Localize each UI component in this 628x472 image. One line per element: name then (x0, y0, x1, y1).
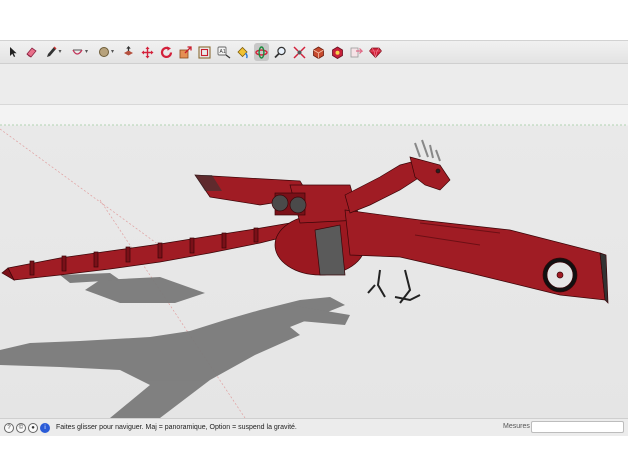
status-bar: ? © ● i Faites glisser pour naviguer. Ma… (0, 418, 628, 436)
scene-canvas (0, 124, 628, 418)
tape-measure-tool-icon[interactable]: A1 (216, 43, 231, 61)
red-axis-line-left (0, 128, 171, 254)
paint-bucket-tool-icon[interactable] (235, 43, 250, 61)
measurements-input[interactable] (531, 421, 624, 433)
pencil-tool-icon[interactable]: ▾ (43, 43, 65, 61)
scale-tool-icon[interactable] (178, 43, 193, 61)
main-toolbar: ▾ ▾ ▾ A1 (0, 40, 628, 64)
warehouse-icon[interactable] (311, 43, 326, 61)
rotate-tool-icon[interactable] (159, 43, 174, 61)
zoom-tool-icon[interactable] (273, 43, 288, 61)
send-to-layout-icon[interactable] (349, 43, 364, 61)
svg-text:A1: A1 (219, 49, 225, 55)
orbit-tool-icon[interactable] (254, 43, 269, 61)
geolocation-icon[interactable]: ? (4, 422, 14, 433)
dragon-tail (1, 222, 301, 281)
circle-tool-icon[interactable]: ▾ (95, 43, 117, 61)
offset-tool-icon[interactable] (197, 43, 212, 61)
toolbar-spacer (0, 64, 628, 105)
window-top-area (0, 0, 628, 40)
zoom-extents-tool-icon[interactable] (292, 43, 307, 61)
arc-tool-icon[interactable]: ▾ (69, 43, 91, 61)
user-icon[interactable]: ● (28, 422, 38, 433)
extension-warehouse-icon[interactable] (330, 43, 345, 61)
measurements-label: Mesures (503, 423, 530, 430)
modeling-viewport[interactable] (0, 105, 628, 418)
eraser-tool-icon[interactable] (24, 43, 39, 61)
status-hint-text: Faites glisser pour naviguer. Maj = pano… (56, 424, 297, 431)
dragon-legs (367, 269, 421, 304)
select-tool-icon[interactable] (5, 43, 20, 61)
credits-icon[interactable]: © (16, 422, 26, 433)
push-pull-tool-icon[interactable] (121, 43, 136, 61)
dragon-wing-front (344, 209, 609, 304)
dragon-head (344, 139, 451, 214)
ruby-console-icon[interactable] (368, 43, 383, 61)
model-shadow (0, 273, 350, 418)
move-tool-icon[interactable] (140, 43, 155, 61)
window-bottom-area (0, 436, 628, 472)
instructor-icon[interactable]: i (40, 422, 50, 433)
